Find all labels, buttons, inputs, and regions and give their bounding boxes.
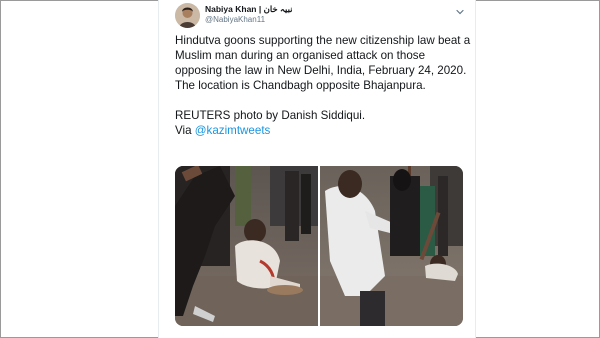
mention-link[interactable]: @kazimtweets [195,124,271,137]
chevron-down-icon[interactable] [455,4,465,15]
tweet-media [175,166,463,326]
via-prefix: Via [175,124,195,137]
tweet-text: Hindutva goons supporting the new citize… [175,33,471,138]
display-name[interactable]: Nabiya Khan | نبیہ خان [205,4,293,15]
user-handle[interactable]: @NabiyaKhan11 [205,15,265,24]
tweet-body: Hindutva goons supporting the new citize… [175,34,471,92]
tweet-card: Nabiya Khan | نبیہ خان @NabiyaKhan11 Hin… [158,0,476,338]
photo-credit: REUTERS photo by Danish Siddiqui. [175,109,366,122]
photo-left[interactable] [175,166,318,326]
via-line: Via @kazimtweets [175,123,471,138]
photo-right[interactable] [320,166,463,326]
user-avatar[interactable] [175,3,200,28]
